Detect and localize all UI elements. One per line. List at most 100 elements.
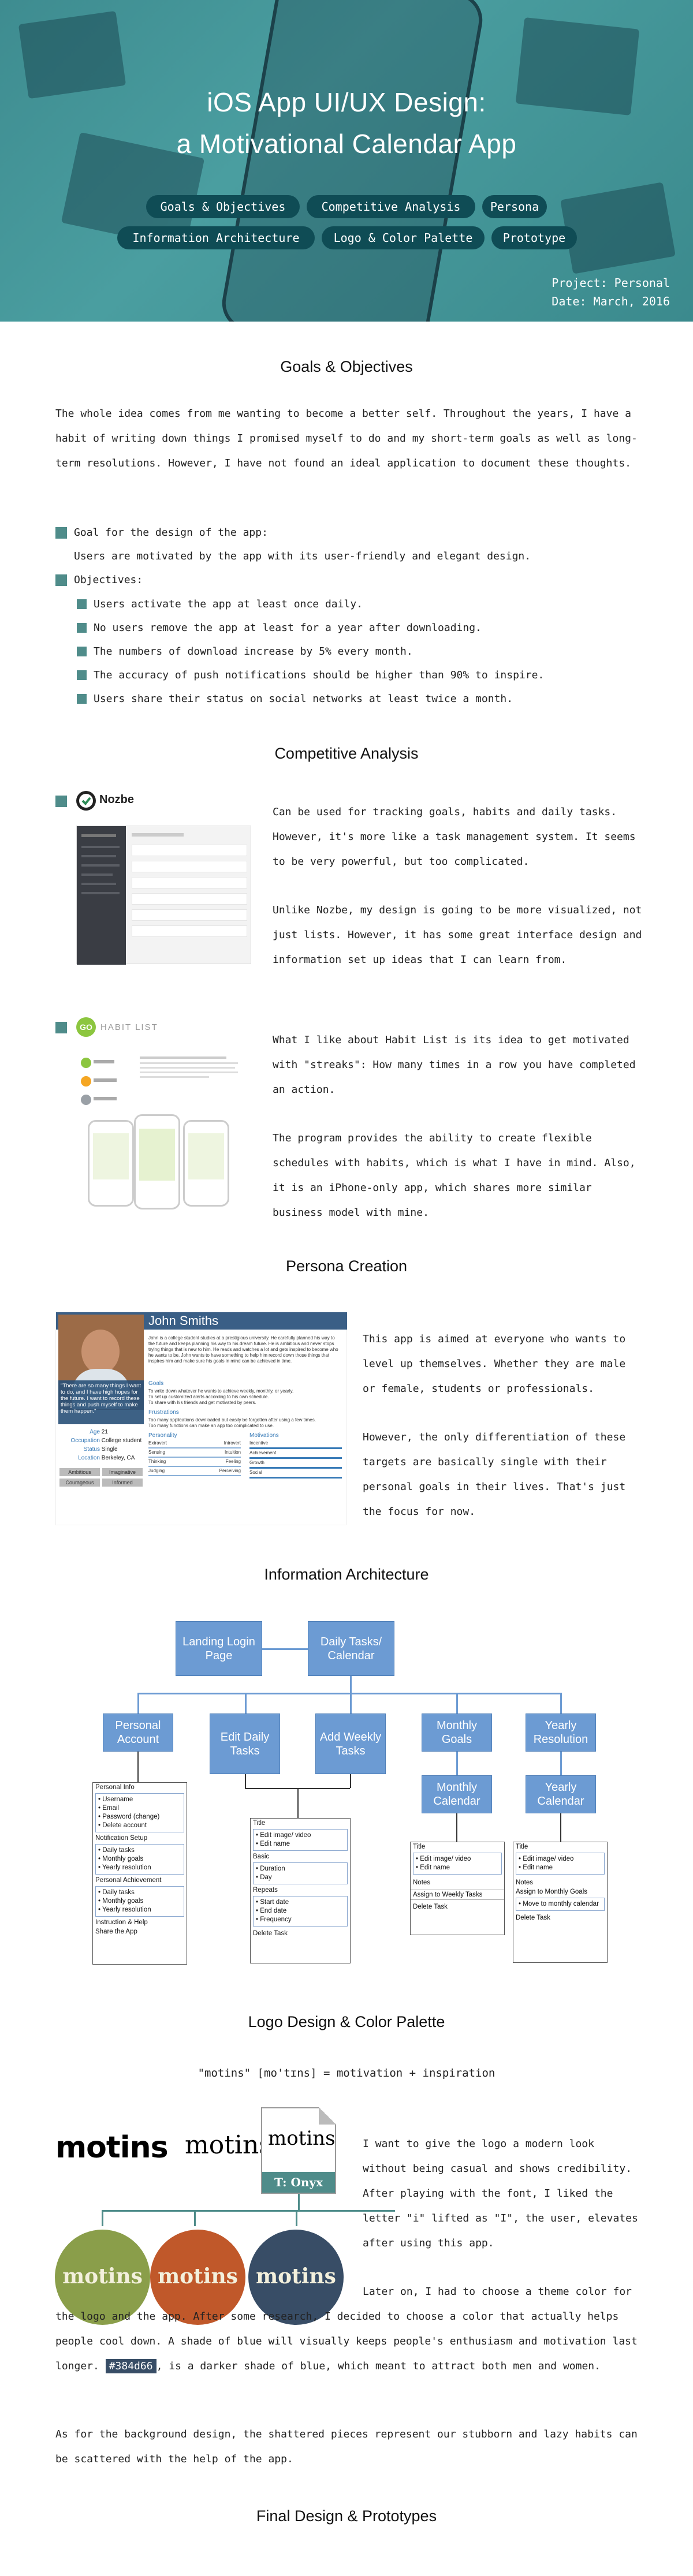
ia-connector bbox=[262, 1648, 308, 1650]
nozbe-paragraph-2: Unlike Nozbe, my design is going to be m… bbox=[273, 904, 642, 966]
ia-yearly-calendar: Yearly Calendar bbox=[526, 1775, 596, 1813]
objective-bullet-icon bbox=[77, 647, 87, 656]
field-key: Age bbox=[90, 1429, 100, 1435]
section-title-ia: Information Architecture bbox=[264, 1566, 429, 1583]
persona-fields: Age 21 Occupation College student Status… bbox=[58, 1428, 145, 1462]
ia-label: Assign to Monthly Goals bbox=[516, 1888, 588, 1895]
ia-item: Day bbox=[256, 1873, 345, 1882]
field-value: 21 bbox=[101, 1429, 108, 1435]
persona-card: John Smiths "There are so many things I … bbox=[55, 1312, 347, 1525]
ia-label: Basic bbox=[253, 1853, 270, 1860]
ia-add-weekly-tasks: Add Weekly Tasks bbox=[315, 1713, 386, 1774]
ia-label: Title bbox=[253, 1820, 266, 1827]
ia-label: Notes bbox=[413, 1879, 431, 1886]
objective-item: Users share their status on social netwo… bbox=[94, 693, 513, 705]
trait-right: Feeling bbox=[225, 1459, 241, 1464]
logo-wordmark-serif: motins bbox=[185, 2130, 272, 2160]
objectives-heading: Objectives: bbox=[74, 574, 143, 586]
ia-item: Move to monthly calendar bbox=[519, 1900, 602, 1909]
nav-pill-ia[interactable]: Information Architecture bbox=[117, 226, 315, 249]
ia-monthly-goals: Monthly Goals bbox=[422, 1713, 492, 1752]
ia-item: Edit name bbox=[519, 1864, 602, 1872]
ia-label: Title bbox=[413, 1843, 426, 1850]
logo-paragraph-1: I want to give the logo a modern look wi… bbox=[363, 2138, 638, 2249]
nav-pill-prototype[interactable]: Prototype bbox=[491, 226, 577, 249]
nav-pill-persona[interactable]: Persona bbox=[482, 195, 547, 218]
background-shard bbox=[560, 182, 676, 274]
objective-item: The numbers of download increase by 5% e… bbox=[94, 645, 413, 658]
ia-connector bbox=[456, 1693, 458, 1713]
ia-label: Share the App bbox=[95, 1928, 137, 1935]
persona-goals-list: To write down whatever he wants to achie… bbox=[148, 1388, 342, 1406]
persona-frustrations-label: Frustrations bbox=[148, 1409, 179, 1416]
objective-bullet-icon bbox=[77, 694, 87, 704]
nozbe-logo-icon bbox=[76, 791, 96, 811]
nav-pill-logo[interactable]: Logo & Color Palette bbox=[322, 226, 485, 249]
ia-item: Yearly resolution bbox=[98, 1864, 181, 1872]
ia-connector bbox=[137, 1693, 560, 1694]
logo-connector bbox=[298, 2194, 300, 2211]
trait-left: Sensing bbox=[148, 1450, 165, 1455]
persona-quote: "There are so many things I want to do, … bbox=[58, 1380, 144, 1424]
ia-item: Start date bbox=[256, 1898, 345, 1907]
ia-label: Notes bbox=[516, 1879, 534, 1886]
ia-label: Assign to Weekly Tasks bbox=[411, 1890, 504, 1900]
field-value: Berkeley, CA bbox=[101, 1455, 135, 1461]
ia-yearly-card: Title Edit image/ video Edit name Notes … bbox=[513, 1842, 608, 1963]
project-meta: Project: Personal bbox=[552, 276, 670, 290]
ia-landing-login-page: Landing Login Page bbox=[176, 1621, 262, 1676]
persona-motivations-label: Motivations bbox=[249, 1432, 279, 1439]
persona-tags: Ambitious Imaginative Courageous Informed bbox=[58, 1467, 145, 1488]
section-title-persona: Persona Creation bbox=[285, 1257, 408, 1275]
persona-personality: Extravert Introvert Sensing Intuition Thin… bbox=[148, 1439, 241, 1476]
objective-item: No users remove the app at least for a y… bbox=[94, 622, 482, 634]
habit-list-screenshot bbox=[76, 1051, 249, 1218]
ia-personal-account-card: Personal Info Username Email Password (c… bbox=[92, 1782, 187, 1965]
ia-connector bbox=[350, 1676, 352, 1693]
motivation-item: Social bbox=[249, 1469, 342, 1479]
ia-item: Daily tasks bbox=[98, 1846, 181, 1855]
nav-pill-goals[interactable]: Goals & Objectives bbox=[146, 195, 300, 218]
phone-mockup bbox=[218, 0, 487, 322]
ia-personal-account: Personal Account bbox=[103, 1713, 173, 1752]
hero-banner: iOS App UI/UX Design: a Motivational Cal… bbox=[0, 0, 693, 322]
nav-pill-competitive[interactable]: Competitive Analysis bbox=[307, 195, 475, 218]
ia-label: Delete Task bbox=[516, 1914, 550, 1921]
logo-connector bbox=[102, 2210, 103, 2226]
ia-monthly-calendar: Monthly Calendar bbox=[422, 1775, 492, 1813]
persona-name: John Smiths bbox=[148, 1313, 219, 1328]
logo-paragraph-2: Later on, I had to choose a theme color … bbox=[55, 2279, 640, 2379]
persona-frustration-item: Too many functions can make an app too c… bbox=[148, 1423, 274, 1428]
ia-monthly-card: Title Edit image/ video Edit name Notes … bbox=[410, 1842, 505, 1935]
ia-connector bbox=[245, 1774, 246, 1788]
motivation-item: Achievement bbox=[249, 1449, 342, 1459]
ia-item: Duration bbox=[256, 1865, 345, 1873]
trait-right: Introvert bbox=[223, 1440, 241, 1446]
ia-connector bbox=[560, 1693, 562, 1713]
persona-paragraph-1: This app is aimed at everyone who wants … bbox=[363, 1333, 626, 1395]
ia-item: Yearly resolution bbox=[98, 1906, 181, 1914]
persona-motivations: Incentive Achievement Growth Social bbox=[249, 1439, 342, 1479]
ia-label: Notification Setup bbox=[95, 1835, 148, 1842]
nozbe-screenshot bbox=[76, 826, 251, 965]
persona-tag: Courageous bbox=[59, 1479, 100, 1487]
logo-connector bbox=[194, 2210, 196, 2226]
hero-title-line2: a Motivational Calendar App bbox=[176, 129, 517, 159]
ia-label: Delete Task bbox=[413, 1903, 448, 1910]
habit-bullet-icon bbox=[55, 1022, 67, 1033]
persona-tag: Ambitious bbox=[59, 1468, 100, 1476]
logo-wordmark-bold: motins bbox=[55, 2130, 169, 2165]
field-value: College student bbox=[101, 1438, 142, 1444]
section-title-competitive: Competitive Analysis bbox=[274, 745, 419, 762]
trait-left: Extravert bbox=[148, 1440, 167, 1446]
section-title-final: Final Design & Prototypes bbox=[256, 2507, 437, 2525]
ia-item: Password (change) bbox=[98, 1813, 181, 1821]
habit-list-logo-icon: GO bbox=[76, 1017, 96, 1037]
ia-item: Edit name bbox=[256, 1840, 345, 1849]
nozbe-bullet-icon bbox=[55, 796, 67, 807]
objectives-bullet-icon bbox=[55, 574, 67, 586]
font-file-tag: T: Onyx bbox=[262, 2172, 335, 2193]
ia-item: Edit image/ video bbox=[256, 1831, 345, 1840]
objective-item: Users activate the app at least once dai… bbox=[94, 598, 363, 610]
ia-item: Email bbox=[98, 1804, 181, 1813]
